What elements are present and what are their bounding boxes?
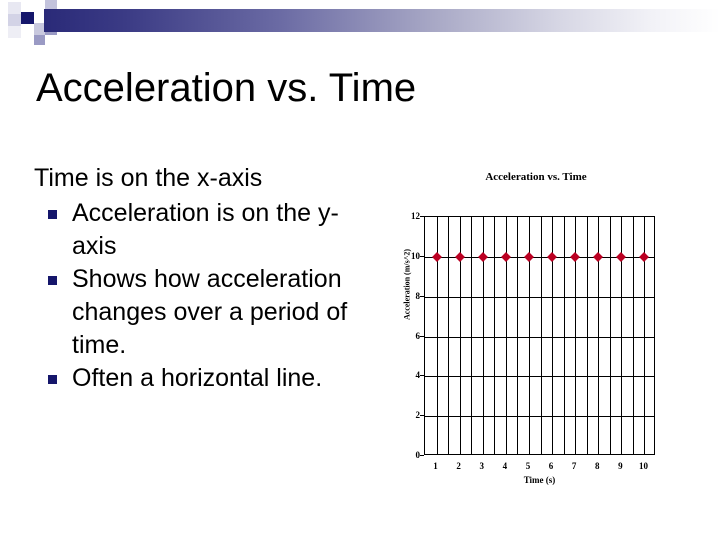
chart-x-tick-label: 1	[433, 461, 438, 471]
chart-data-point	[454, 251, 465, 262]
deco-square-10	[21, 24, 34, 35]
square-bullet-icon	[48, 210, 57, 219]
deco-square-13	[34, 35, 45, 45]
chart-x-tick-label: 2	[456, 461, 461, 471]
chart-x-tick-label: 5	[525, 461, 531, 471]
chart-x-tick-label: 6	[548, 461, 554, 471]
chart-data-point	[570, 251, 581, 262]
bullet-list: Acceleration is on the y-axis Shows how …	[34, 197, 364, 395]
chart-x-tick-label: 8	[595, 461, 600, 471]
page-title: Acceleration vs. Time	[36, 66, 417, 110]
chart-vertical-gridline	[563, 217, 565, 454]
deco-square-9	[8, 26, 21, 38]
chart-data-point	[547, 251, 557, 262]
chart-vertical-gridline	[448, 217, 450, 454]
chart-x-tick-label: 10	[638, 461, 648, 471]
chart-vertical-gridline	[540, 217, 542, 454]
chart-data-point	[431, 251, 442, 262]
chart-vertical-gridline	[632, 217, 634, 454]
header-gradient-bar	[44, 9, 720, 32]
list-item-label: Shows how acceleration changes over a pe…	[72, 265, 348, 359]
deco-square-5	[8, 14, 21, 26]
chart-y-tick-label: 8	[415, 290, 421, 301]
slide-header-decoration	[0, 0, 720, 46]
chart-y-tick-label: 4	[415, 370, 421, 381]
list-item: Shows how acceleration changes over a pe…	[34, 263, 364, 362]
chart-data-point	[500, 251, 511, 262]
chart-y-tick-mark	[420, 455, 424, 456]
square-bullet-icon	[48, 375, 57, 384]
chart-plot-area	[424, 216, 655, 455]
slide-body: Time is on the x-axis Acceleration is on…	[34, 162, 364, 395]
chart-x-tick-label: 9	[618, 461, 623, 471]
chart-vertical-gridline	[609, 217, 611, 454]
square-bullet-icon	[48, 276, 57, 285]
chart-x-tick-label: 4	[502, 461, 508, 471]
acceleration-vs-time-chart: Acceleration vs. Time Acceleration (m/s^…	[386, 168, 686, 493]
chart-vertical-gridline	[471, 217, 473, 454]
chart-vertical-gridline	[586, 217, 588, 454]
chart-y-tick-label: 10	[411, 250, 420, 261]
deco-square-6	[21, 12, 34, 24]
chart-data-point	[593, 251, 604, 262]
list-item: Acceleration is on the y-axis	[34, 197, 364, 263]
chart-data-point	[639, 251, 650, 262]
deco-square-1	[8, 2, 21, 14]
list-item-label: Often a horizontal line.	[72, 364, 323, 392]
chart-y-tick-label: 12	[411, 211, 420, 221]
chart-x-tick-label: 3	[479, 461, 485, 471]
chart-data-point	[523, 251, 534, 262]
chart-data-point	[616, 251, 627, 262]
chart-x-axis-label: Time (s)	[523, 475, 556, 485]
list-item-label: Acceleration is on the y-axis	[72, 199, 339, 260]
deco-square-14	[45, 35, 57, 44]
chart-vertical-gridline	[494, 217, 496, 454]
chart-y-tick-label: 2	[415, 410, 421, 421]
body-lead-line: Time is on the x-axis	[34, 164, 263, 192]
list-item: Often a horizontal line.	[34, 362, 364, 395]
chart-vertical-gridline	[517, 217, 519, 454]
chart-x-tick-label: 7	[571, 461, 577, 471]
chart-y-tick-label: 6	[415, 330, 421, 341]
chart-title: Acceleration vs. Time	[485, 171, 587, 183]
chart-y-tick-label: 0	[415, 450, 421, 460]
chart-data-point	[477, 251, 488, 262]
